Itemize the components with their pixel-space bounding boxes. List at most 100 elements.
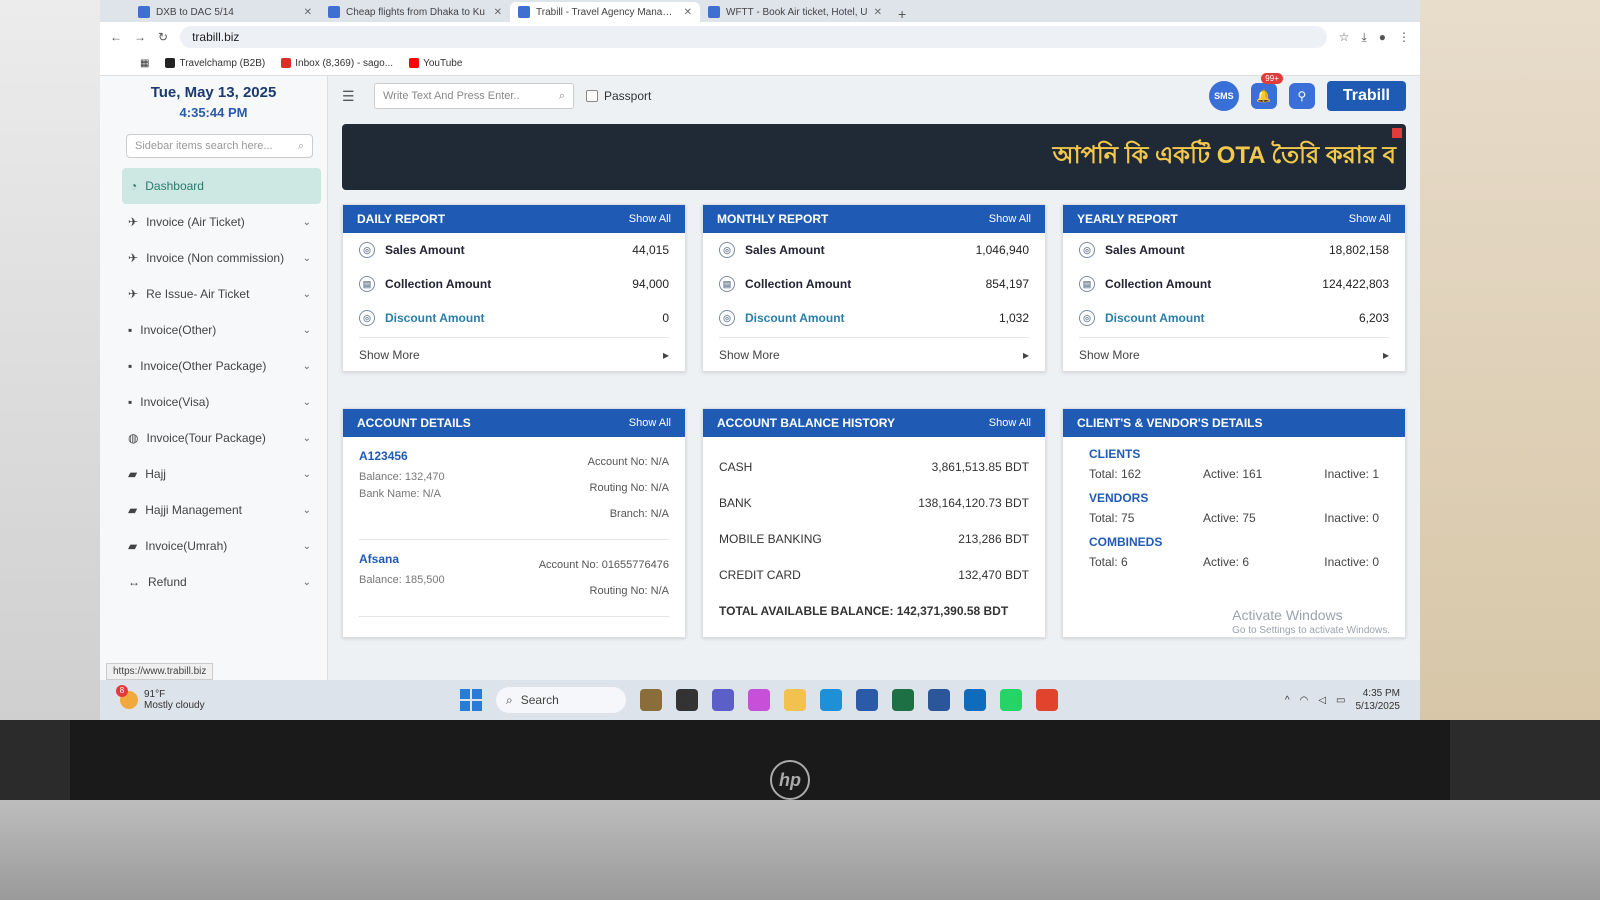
sidebar-item[interactable]: ◔ Dashboard [122,168,321,204]
url-field[interactable]: trabill.biz [180,26,1327,48]
teams-icon[interactable] [712,689,734,711]
apps-grid-icon[interactable]: ▦ [140,58,149,69]
star-icon[interactable]: ☆ [1339,30,1350,44]
store-icon[interactable] [856,689,878,711]
sidebar-item[interactable]: ✈ Invoice (Non commission) ⌄ [106,240,321,276]
browser-tab-bar: DXB to DAC 5/14 ✕ Cheap flights from Dhak… [100,0,1420,22]
tab-close-icon[interactable]: ✕ [684,7,692,18]
copilot-icon[interactable] [748,689,770,711]
sidebar-item[interactable]: ▪ Invoice(Other) ⌄ [106,312,321,348]
show-all-link[interactable]: Show All [989,417,1031,429]
excel-icon[interactable] [892,689,914,711]
tray-chevron-icon[interactable]: ^ [1285,695,1290,706]
battery-icon[interactable]: ▭ [1336,695,1345,706]
show-all-link[interactable]: Show All [629,417,671,429]
taskbar-clock[interactable]: 4:35 PM 5/13/2025 [1356,687,1401,713]
kaaba-icon: ▰ [128,539,138,553]
weather-widget[interactable]: 8 91°F Mostly cloudy [116,685,460,711]
bookmark-gmail[interactable]: Inbox (8,369) - sago... [281,58,393,69]
show-more-label: Show More [719,347,780,362]
checkbox-box[interactable] [586,90,598,102]
browser-tab[interactable]: Cheap flights from Dhaka to Ku ✕ [320,2,510,22]
brand-logo[interactable]: Trabill [1326,81,1406,111]
chrome-icon[interactable] [1036,689,1058,711]
passport-checkbox[interactable]: Passport [586,89,651,103]
refund-icon: ↔ [128,575,140,589]
report-card: YEARLY REPORT Show All ◎ Sales Amount 18,802… [1062,204,1406,372]
show-all-link[interactable]: Show All [629,213,671,225]
balance-history-card: ACCOUNT BALANCE HISTORY Show All CASH 3,86… [702,408,1046,638]
laptop-keyboard-deck [0,800,1600,900]
taskbar-search[interactable]: ⌕ Search [496,687,626,713]
reload-icon[interactable]: ↻ [158,30,168,44]
bell-icon: 🔔 [1256,89,1272,103]
edge-icon[interactable] [820,689,842,711]
forward-icon[interactable]: → [134,30,146,44]
global-search-input[interactable]: Write Text And Press Enter.. ⌕ [374,83,574,109]
browser-tab[interactable]: DXB to DAC 5/14 ✕ [130,2,320,22]
word-icon[interactable] [928,689,950,711]
sidebar-item[interactable]: ▰ Invoice(Umrah) ⌄ [106,528,321,564]
browser-tab[interactable]: WFTT - Book Air ticket, Hotel, U ✕ [700,2,890,22]
stats-section: COMBINEDS Total: 6 Active: 6 Inactive: 0 [1063,525,1405,569]
file-explorer-icon[interactable] [784,689,806,711]
balance-label: CREDIT CARD [719,568,801,582]
card-header: CLIENT'S & VENDOR'S DETAILS [1063,409,1405,437]
card-header: ACCOUNT BALANCE HISTORY Show All [703,409,1045,437]
collection-amount-row: ▤ Collection Amount 94,000 [343,267,685,301]
tab-favicon-icon [328,6,340,18]
metric-name: Discount Amount [745,311,845,325]
sidebar-item[interactable]: ▰ Hajj ⌄ [106,456,321,492]
menu-dots-icon[interactable]: ⋮ [1398,30,1410,44]
metric-name: Collection Amount [745,277,852,291]
sms-button[interactable]: SMS [1208,81,1239,111]
account-name-link[interactable]: Afsana [359,552,445,566]
volume-icon[interactable]: ◁ [1318,695,1326,706]
show-more-label: Show More [1079,347,1140,362]
windows-start-icon[interactable] [460,689,482,711]
discount-amount-row: ◎ Discount Amount 1,032 [703,301,1045,335]
sidebar-item[interactable]: ↔ Refund ⌄ [106,564,321,600]
back-icon[interactable]: ← [110,30,122,44]
download-icon[interactable]: ⤓ [1361,30,1366,45]
sidebar-item[interactable]: ▪ Invoice(Other Package) ⌄ [106,348,321,384]
total-count: Total: 6 [1089,555,1128,569]
search-icon[interactable]: ⌕ [559,90,565,103]
bookmark-youtube[interactable]: YouTube [409,58,462,69]
banner-close-icon[interactable] [1392,128,1402,138]
sidebar-item[interactable]: ✈ Invoice (Air Ticket) ⌄ [106,204,321,240]
new-tab-icon[interactable]: + [890,6,914,22]
show-more-link[interactable]: Show More ▸ [719,337,1029,371]
metric-label: ◎ Discount Amount [719,310,845,326]
sidebar-search-input[interactable]: Sidebar items search here... ⌕ [126,134,313,158]
tab-close-icon[interactable]: ✕ [494,7,502,18]
widgets-icon[interactable] [640,689,662,711]
tab-close-icon[interactable]: ✕ [874,7,882,18]
show-all-link[interactable]: Show All [1349,213,1391,225]
sidebar-item[interactable]: ▰ Hajji Management ⌄ [106,492,321,528]
metric-name: Collection Amount [385,277,492,291]
show-all-link[interactable]: Show All [989,213,1031,225]
bookmark-travelchamp[interactable]: Travelchamp (B2B) [165,58,265,69]
wifi-icon[interactable]: ◠ [1300,695,1309,706]
gmail-icon [281,58,292,69]
browser-tab-active[interactable]: Trabill - Travel Agency Managem ✕ [510,2,700,22]
profile-icon[interactable]: ● [1379,30,1386,44]
whatsapp-icon[interactable] [1000,689,1022,711]
chevron-down-icon: ⌄ [302,252,311,264]
sidebar-item[interactable]: ▪ Invoice(Visa) ⌄ [106,384,321,420]
hamburger-menu-icon[interactable]: ☰ [342,88,362,105]
show-more-link[interactable]: Show More ▸ [359,337,669,371]
stats-section: VENDORS Total: 75 Active: 75 Inactive: 0 [1063,481,1405,525]
sidebar-item[interactable]: ✈ Re Issue- Air Ticket ⌄ [106,276,321,312]
outlook-icon[interactable] [964,689,986,711]
metric-value: 124,422,803 [1322,277,1389,291]
account-left: Afsana Balance: 185,500 [359,552,445,604]
show-more-link[interactable]: Show More ▸ [1079,337,1389,371]
account-name-link[interactable]: A123456 [359,449,445,463]
notification-button[interactable]: 🔔 99+ [1250,73,1283,109]
location-button[interactable]: ⚲ [1288,83,1315,109]
tab-close-icon[interactable]: ✕ [304,7,312,18]
sidebar-item[interactable]: ◍ Invoice(Tour Package) ⌄ [106,420,321,456]
task-view-icon[interactable] [676,689,698,711]
